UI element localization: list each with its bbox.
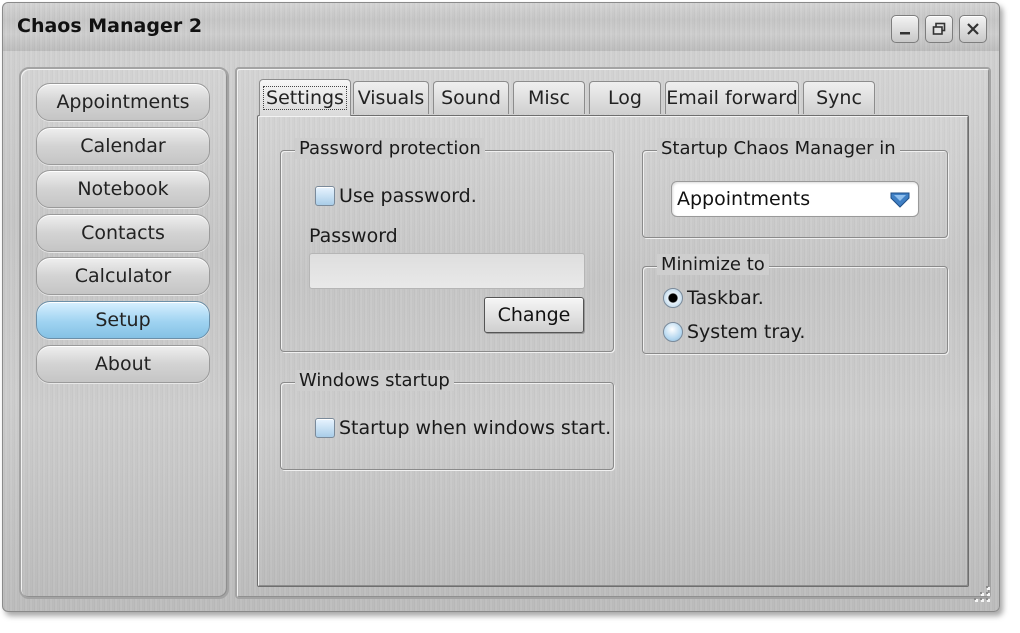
sidebar-item-label: Notebook <box>77 178 169 200</box>
windows-startup-group: Windows startup Startup when windows sta… <box>280 370 614 470</box>
group-legend: Password protection <box>295 138 485 159</box>
sidebar: Appointments Calendar Notebook Contacts … <box>19 67 229 599</box>
group-legend: Minimize to <box>657 254 769 275</box>
sidebar-item-label: About <box>94 353 152 375</box>
minimize-to-taskbar-radio[interactable]: Taskbar. <box>663 287 764 309</box>
restore-icon <box>932 22 946 35</box>
use-password-checkbox[interactable]: Use password. <box>315 185 477 207</box>
password-label: Password <box>309 225 398 247</box>
checkbox-box[interactable] <box>315 186 335 206</box>
password-field[interactable] <box>309 253 585 289</box>
startup-module-select[interactable]: Appointments <box>671 181 919 217</box>
use-password-label: Use password. <box>339 185 477 207</box>
select-value: Appointments <box>677 188 811 210</box>
tab-label: Visuals <box>357 87 425 109</box>
minimize-icon <box>900 32 910 35</box>
tab-log[interactable]: Log <box>589 81 661 114</box>
title-bar[interactable]: Chaos Manager 2 <box>3 3 999 51</box>
tab-label: Sound <box>441 87 501 109</box>
tab-misc[interactable]: Misc <box>513 81 585 114</box>
radio-button[interactable] <box>663 288 683 308</box>
password-protection-group: Password protection Use password. Passwo… <box>280 138 614 352</box>
tab-settings[interactable]: Settings <box>259 79 351 116</box>
radio-button[interactable] <box>663 322 683 342</box>
group-legend: Windows startup <box>295 370 454 391</box>
tab-label: Settings <box>263 86 347 110</box>
minimize-button[interactable] <box>891 15 919 43</box>
sidebar-item-setup[interactable]: Setup <box>36 301 210 339</box>
tab-label: Misc <box>527 87 571 109</box>
close-icon <box>967 23 979 35</box>
tab-label: Log <box>608 87 642 109</box>
tab-sync[interactable]: Sync <box>803 81 875 114</box>
resize-grip-icon[interactable] <box>969 581 995 607</box>
sidebar-item-label: Calendar <box>80 135 166 157</box>
sidebar-item-appointments[interactable]: Appointments <box>36 83 210 121</box>
sidebar-item-label: Calculator <box>74 265 172 287</box>
minimize-to-system-tray-radio[interactable]: System tray. <box>663 321 805 343</box>
sidebar-item-notebook[interactable]: Notebook <box>36 170 210 208</box>
restore-button[interactable] <box>925 15 953 43</box>
tab-visuals[interactable]: Visuals <box>353 81 429 114</box>
settings-tab-panel: Password protection Use password. Passwo… <box>257 115 969 587</box>
startup-in-group: Startup Chaos Manager in Appointments <box>642 138 948 238</box>
checkbox-box[interactable] <box>315 418 335 438</box>
window-title: Chaos Manager 2 <box>17 15 203 37</box>
change-button-label: Change <box>497 304 571 326</box>
startup-with-windows-label: Startup when windows start. <box>339 417 612 439</box>
sidebar-item-contacts[interactable]: Contacts <box>36 214 210 252</box>
sidebar-item-label: Appointments <box>56 91 190 113</box>
close-button[interactable] <box>959 15 987 43</box>
sidebar-item-calculator[interactable]: Calculator <box>36 257 210 295</box>
sidebar-item-about[interactable]: About <box>36 345 210 383</box>
group-legend: Startup Chaos Manager in <box>657 138 900 159</box>
sidebar-item-label: Setup <box>95 309 151 331</box>
app-window: Chaos Manager 2 Appointments Calendar No… <box>2 2 1000 612</box>
startup-with-windows-checkbox[interactable]: Startup when windows start. <box>315 417 611 439</box>
radio-label: System tray. <box>687 321 806 343</box>
content-panel: Settings Visuals Sound Misc Log Email fo… <box>235 67 991 599</box>
minimize-to-group: Minimize to Taskbar. System tray. <box>642 254 948 354</box>
tab-label: Email forward <box>666 87 798 109</box>
sidebar-item-label: Contacts <box>81 222 165 244</box>
radio-label: Taskbar. <box>687 287 764 309</box>
tab-email-forward[interactable]: Email forward <box>665 81 799 114</box>
chevron-down-icon[interactable] <box>886 188 914 210</box>
tab-sound[interactable]: Sound <box>433 81 509 114</box>
sidebar-item-calendar[interactable]: Calendar <box>36 127 210 165</box>
change-button[interactable]: Change <box>484 297 584 333</box>
tab-label: Sync <box>816 87 862 109</box>
